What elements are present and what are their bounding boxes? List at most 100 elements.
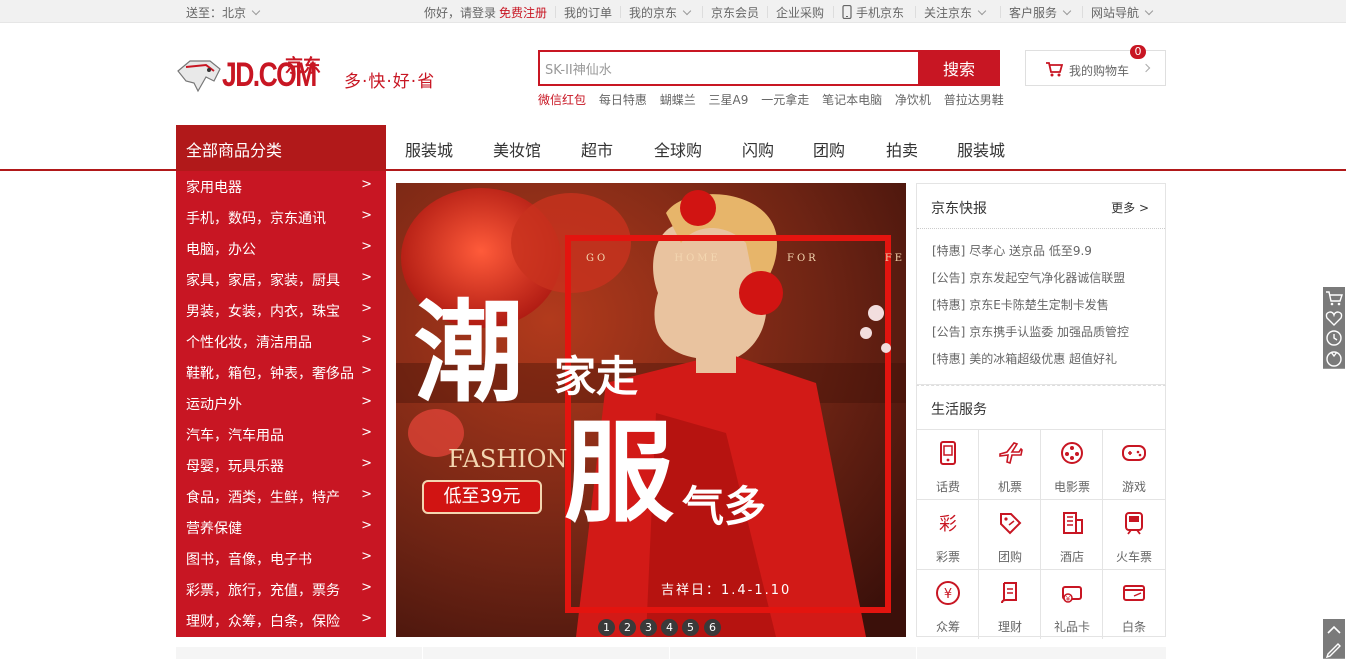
category-item[interactable]: 男装，女装，内衣，珠宝 > xyxy=(176,295,386,326)
category-item[interactable]: 汽车，汽车用品 > xyxy=(176,419,386,450)
search-input[interactable] xyxy=(540,52,920,84)
my-jd-menu[interactable]: 我的京东 xyxy=(629,4,692,21)
category-item[interactable]: 彩票，旅行，充值，票务 > xyxy=(176,574,386,605)
category-item[interactable]: 鞋靴，箱包，钟表，奢侈品 > xyxy=(176,357,386,388)
banner-dot[interactable]: 5 xyxy=(682,619,699,636)
sidebar-service-tool[interactable] xyxy=(1323,347,1345,369)
search-button[interactable]: 搜索 xyxy=(918,50,1000,86)
hot-keywords: 微信红包 每日特惠 蝴蝶兰 三星A9 一元拿走 笔记本电脑 净饮机 普拉达男鞋 xyxy=(538,91,1008,108)
follow-jd-menu[interactable]: 关注京东 xyxy=(924,4,987,21)
service-lottery[interactable]: 彩 彩票 xyxy=(917,499,979,569)
news-panel: 京东快报 更多 > [特惠] 尽孝心 送京品 低至9.9 [公告] 京东发起空气… xyxy=(916,183,1166,385)
chevron-right-icon: > xyxy=(361,363,372,378)
chevron-right-icon: > xyxy=(361,332,372,347)
news-item[interactable]: [公告] 京东携手认监委 加强品质管控 xyxy=(932,323,1129,340)
location-selector[interactable]: 送至：北京 xyxy=(186,4,261,21)
back-to-top-button[interactable] xyxy=(1323,619,1345,641)
category-item[interactable]: 家用电器 > xyxy=(176,171,386,202)
jd-member-link[interactable]: 京东会员 xyxy=(711,4,759,21)
banner-dot[interactable]: 6 xyxy=(704,619,721,636)
hotword-link[interactable]: 笔记本电脑 xyxy=(822,93,882,107)
chevron-right-icon: > xyxy=(361,270,372,285)
cart-icon xyxy=(1326,291,1343,306)
hotword-link[interactable]: 一元拿走 xyxy=(761,93,809,107)
all-categories-button[interactable]: 全部商品分类 xyxy=(176,125,386,170)
mobile-jd-link[interactable]: 手机京东 xyxy=(842,4,904,21)
jd-logo[interactable]: JD.COM 京东 xyxy=(176,51,336,99)
category-item[interactable]: 营养保健 > xyxy=(176,512,386,543)
chevron-right-icon: > xyxy=(361,177,372,192)
divider xyxy=(915,6,916,18)
nav-item[interactable]: 超市 xyxy=(581,137,613,161)
category-item[interactable]: 母婴，玩具乐器 > xyxy=(176,450,386,481)
banner-price-tag: 低至39元 xyxy=(422,480,542,514)
category-item[interactable]: 电脑，办公 > xyxy=(176,233,386,264)
chevron-down-icon xyxy=(977,6,987,16)
chevron-right-icon: > xyxy=(361,611,372,626)
hotword-link[interactable]: 微信红包 xyxy=(538,93,586,107)
news-item[interactable]: [特惠] 美的冰箱超级优惠 超值好礼 xyxy=(932,350,1117,367)
service-giftcard[interactable]: ¥ 礼品卡 xyxy=(1041,569,1103,639)
site-nav-menu[interactable]: 网站导航 xyxy=(1091,4,1154,21)
cart-button[interactable]: 我的购物车 0 xyxy=(1025,45,1166,86)
enterprise-link[interactable]: 企业采购 xyxy=(776,4,824,21)
floor-strip xyxy=(176,647,1166,659)
banner-dot[interactable]: 4 xyxy=(661,619,678,636)
nav-item[interactable]: 服装城 xyxy=(405,137,453,161)
divider xyxy=(620,6,621,18)
service-baitiao[interactable]: 白条 xyxy=(1103,569,1165,639)
banner-dot[interactable]: 1 xyxy=(598,619,615,636)
category-item[interactable]: 手机，数码，京东通讯 > xyxy=(176,202,386,233)
sidebar-cart-tool[interactable] xyxy=(1323,287,1345,309)
category-item[interactable]: 家具，家居，家装，厨具 > xyxy=(176,264,386,295)
category-label: 理财，众筹，白条，保险 xyxy=(186,614,340,630)
service-flight[interactable]: 机票 xyxy=(979,429,1041,499)
service-label: 众筹 xyxy=(935,620,960,634)
hotword-link[interactable]: 蝴蝶兰 xyxy=(660,93,696,107)
register-link[interactable]: 免费注册 xyxy=(499,4,547,21)
category-item[interactable]: 个性化妆，清洁用品 > xyxy=(176,326,386,357)
customer-service-menu[interactable]: 客户服务 xyxy=(1009,4,1072,21)
login-link[interactable]: 你好，请登录 xyxy=(424,4,496,21)
slogan: 多·快·好·省 xyxy=(344,72,436,92)
scroll-icon xyxy=(1001,582,1017,604)
search-box: 搜索 xyxy=(538,50,1000,86)
service-movie[interactable]: 电影票 xyxy=(1041,429,1103,499)
my-orders-link[interactable]: 我的订单 xyxy=(564,4,612,21)
news-more-link[interactable]: 更多 > xyxy=(1111,199,1149,216)
service-hotel[interactable]: 酒店 xyxy=(1041,499,1103,569)
banner-dot[interactable]: 3 xyxy=(640,619,657,636)
banner-dot[interactable]: 2 xyxy=(619,619,636,636)
service-phone[interactable]: 话费 xyxy=(917,429,979,499)
customer-service-label: 客户服务 xyxy=(1009,6,1058,20)
feedback-button[interactable] xyxy=(1323,639,1345,659)
service-finance[interactable]: 理财 xyxy=(979,569,1041,639)
promo-banner[interactable]: GO HOME FOR FESTIVAL 潮 家走 FASHION 服 气多 低… xyxy=(396,183,906,637)
category-item[interactable]: 理财，众筹，白条，保险 > xyxy=(176,605,386,636)
hotword-link[interactable]: 普拉达男鞋 xyxy=(944,93,1004,107)
gift-card-icon: ¥ xyxy=(1062,586,1082,603)
sidebar-favorites-tool[interactable] xyxy=(1323,307,1345,329)
nav-item[interactable]: 全球购 xyxy=(654,137,702,161)
category-item[interactable]: 图书，音像，电子书 > xyxy=(176,543,386,574)
sidebar-history-tool[interactable] xyxy=(1323,327,1345,349)
nav-item[interactable]: 美妆馆 xyxy=(493,137,541,161)
nav-item[interactable]: 闪购 xyxy=(742,137,774,161)
nav-item[interactable]: 团购 xyxy=(813,137,845,161)
category-item[interactable]: 食品，酒类，生鲜，特产 > xyxy=(176,481,386,512)
news-tag: [特惠] xyxy=(932,352,966,366)
category-item[interactable]: 运动户外 > xyxy=(176,388,386,419)
hotword-link[interactable]: 净饮机 xyxy=(895,93,931,107)
nav-item[interactable]: 拍卖 xyxy=(886,137,918,161)
news-item[interactable]: [特惠] 京东E卡陈楚生定制卡发售 xyxy=(932,296,1109,313)
nav-item[interactable]: 服装城 xyxy=(957,137,1005,161)
news-tag: [公告] xyxy=(932,271,966,285)
service-crowdfund[interactable]: ¥ 众筹 xyxy=(917,569,979,639)
hotword-link[interactable]: 每日特惠 xyxy=(599,93,647,107)
service-train[interactable]: 火车票 xyxy=(1103,499,1165,569)
service-game[interactable]: 游戏 xyxy=(1103,429,1165,499)
service-groupbuy[interactable]: 团购 xyxy=(979,499,1041,569)
hotword-link[interactable]: 三星A9 xyxy=(709,93,749,107)
news-item[interactable]: [公告] 京东发起空气净化器诚信联盟 xyxy=(932,269,1125,286)
news-item[interactable]: [特惠] 尽孝心 送京品 低至9.9 xyxy=(932,242,1092,259)
